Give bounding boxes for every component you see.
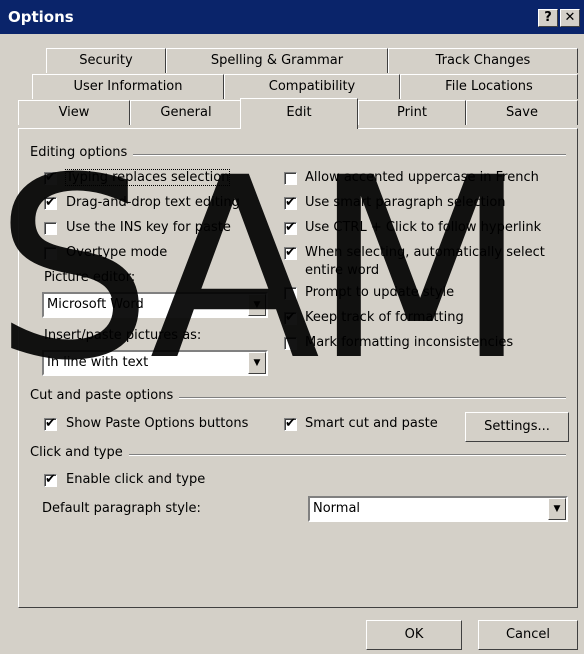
click-type-label: Click and type [30, 445, 129, 460]
drag-drop-checkbox[interactable] [44, 195, 57, 210]
chevron-down-icon[interactable]: ▼ [548, 498, 566, 520]
drag-drop-label: Drag-and-drop text editing [66, 195, 240, 210]
ctrl-click-label: Use CTRL + Click to follow hyperlink [305, 220, 542, 235]
chevron-down-icon[interactable]: ▼ [248, 352, 266, 374]
mark-inconsistencies-label: Mark formatting inconsistencies [305, 335, 514, 350]
enable-click-type-label: Enable click and type [66, 472, 206, 487]
tab-general[interactable]: General [130, 100, 242, 125]
title-bar: Options ? ✕ [0, 0, 584, 34]
smart-cut-paste-checkbox[interactable] [284, 416, 297, 431]
insert-pictures-select[interactable]: In line with text ▼ [42, 350, 268, 376]
auto-select-word-checkbox[interactable] [284, 245, 297, 260]
show-paste-options-label: Show Paste Options buttons [66, 416, 249, 431]
prompt-update-style-checkbox[interactable] [284, 287, 297, 300]
chevron-down-icon[interactable]: ▼ [248, 294, 266, 316]
mark-inconsistencies-checkbox[interactable] [284, 337, 297, 350]
options-dialog: Options ? ✕ Security Spelling & Grammar … [0, 0, 584, 654]
typing-replaces-checkbox[interactable] [44, 170, 57, 185]
tab-save[interactable]: Save [466, 100, 578, 125]
keep-track-formatting-checkbox[interactable] [284, 310, 297, 325]
default-paragraph-style-label: Default paragraph style: [42, 501, 201, 516]
auto-select-word-label-2: entire word [305, 263, 380, 278]
default-paragraph-style-select[interactable]: Normal ▼ [308, 496, 568, 522]
show-paste-options-checkbox[interactable] [44, 416, 57, 431]
ins-key-label: Use the INS key for paste [66, 220, 231, 235]
tab-compatibility[interactable]: Compatibility [224, 74, 400, 99]
tab-print[interactable]: Print [358, 100, 466, 125]
tab-view[interactable]: View [18, 100, 130, 125]
picture-editor-label: Picture editor: [44, 270, 136, 285]
tab-spelling-grammar[interactable]: Spelling & Grammar [166, 48, 388, 73]
editing-options-label: Editing options [30, 145, 134, 160]
smart-paragraph-checkbox[interactable] [284, 195, 297, 210]
picture-editor-select[interactable]: Microsoft Word ▼ [42, 292, 268, 318]
ctrl-click-checkbox[interactable] [284, 220, 297, 235]
auto-select-word-label: When selecting, automatically select [305, 245, 545, 260]
smart-cut-paste-label: Smart cut and paste [305, 416, 438, 431]
overtype-label: Overtype mode [66, 245, 168, 260]
cancel-button[interactable]: Cancel [478, 620, 578, 650]
tab-file-locations[interactable]: File Locations [400, 74, 578, 99]
default-paragraph-style-value: Normal [313, 501, 361, 516]
tab-track-changes[interactable]: Track Changes [388, 48, 578, 73]
typing-replaces-label: Typing replaces selection [64, 169, 231, 186]
picture-editor-value: Microsoft Word [47, 297, 144, 312]
ok-button[interactable]: OK [366, 620, 462, 650]
accented-uppercase-checkbox[interactable] [284, 172, 297, 185]
overtype-checkbox[interactable] [44, 247, 57, 260]
tab-security[interactable]: Security [46, 48, 166, 73]
window-title: Options [8, 8, 74, 26]
help-button[interactable]: ? [538, 9, 558, 27]
settings-button[interactable]: Settings... [465, 412, 569, 442]
keep-track-formatting-label: Keep track of formatting [305, 310, 464, 325]
prompt-update-style-label: Prompt to update style [305, 285, 455, 300]
tab-edit[interactable]: Edit [240, 98, 358, 129]
accented-uppercase-label: Allow accented uppercase in French [305, 170, 539, 185]
ins-key-checkbox[interactable] [44, 222, 57, 235]
insert-pictures-value: In line with text [47, 355, 149, 370]
enable-click-type-checkbox[interactable] [44, 472, 57, 487]
close-button[interactable]: ✕ [560, 9, 580, 27]
cut-paste-label: Cut and paste options [30, 388, 180, 403]
tab-user-information[interactable]: User Information [32, 74, 224, 99]
insert-pictures-label: Insert/paste pictures as: [44, 328, 202, 343]
smart-paragraph-label: Use smart paragraph selection [305, 195, 506, 210]
